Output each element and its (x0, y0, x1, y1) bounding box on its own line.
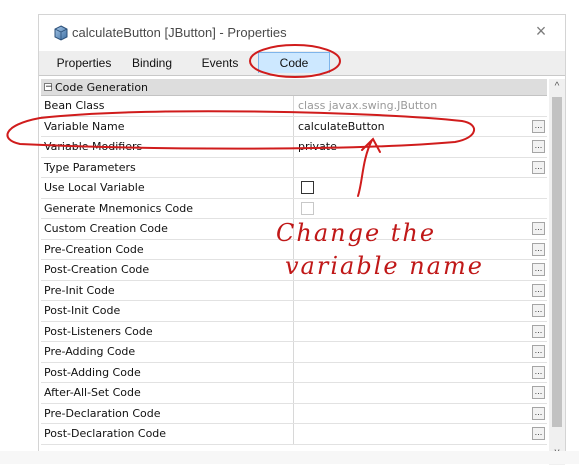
tab-bar: Properties Binding Events Code (39, 51, 565, 76)
property-row[interactable]: Type Parameters ... (41, 157, 547, 178)
property-name: Variable Modifiers (41, 137, 294, 157)
property-name: Post-Creation Code (41, 260, 294, 280)
scroll-thumb[interactable] (552, 97, 562, 427)
property-value: private (298, 140, 337, 153)
title-bar: calculateButton [JButton] - Properties × (39, 15, 565, 51)
property-name: Pre-Init Code (41, 280, 294, 300)
property-name: Post-Listeners Code (41, 321, 294, 341)
ellipsis-button[interactable]: ... (532, 406, 545, 420)
property-name: After-All-Set Code (41, 383, 294, 403)
property-name: Post-Adding Code (41, 362, 294, 382)
property-name: Pre-Declaration Code (41, 403, 294, 423)
variable-modifiers-field[interactable]: private ... (294, 137, 547, 157)
property-row[interactable]: Post-Listeners Code ... (41, 321, 547, 342)
property-value-cell[interactable]: ... (294, 383, 547, 403)
variable-name-field[interactable]: calculateButton ... (294, 117, 547, 137)
annotation-line-2: variable name (285, 252, 484, 280)
ellipsis-button[interactable]: ... (532, 263, 545, 276)
ellipsis-button[interactable]: ... (532, 283, 545, 297)
vertical-scrollbar[interactable]: ^ v (549, 79, 565, 465)
property-name: Post-Declaration Code (41, 424, 294, 444)
property-row[interactable]: After-All-Set Code ... (41, 383, 547, 404)
property-name: Use Local Variable (41, 178, 294, 198)
property-row[interactable]: Post-Adding Code ... (41, 362, 547, 383)
tab-properties[interactable]: Properties (45, 54, 123, 72)
tab-code[interactable]: Code (258, 52, 330, 73)
property-value-cell (294, 178, 547, 198)
tab-events[interactable]: Events (193, 54, 247, 72)
property-row[interactable]: Use Local Variable (41, 178, 547, 199)
property-value-cell[interactable]: ... (294, 301, 547, 321)
property-value-cell[interactable]: ... (294, 363, 547, 383)
property-value-cell[interactable]: ... (294, 342, 547, 362)
property-name: Generate Mnemonics Code (41, 198, 294, 218)
ellipsis-button[interactable]: ... (532, 365, 545, 379)
close-icon[interactable]: × (531, 21, 551, 41)
collapse-icon[interactable]: − (44, 83, 53, 92)
property-name: Bean Class (41, 96, 294, 116)
property-name: Pre-Creation Code (41, 239, 294, 259)
ellipsis-button[interactable]: ... (532, 160, 545, 174)
category-label: Code Generation (55, 80, 149, 94)
property-row[interactable]: Variable Name calculateButton ... (41, 116, 547, 137)
property-value-cell (294, 199, 547, 219)
property-row[interactable]: Pre-Declaration Code ... (41, 403, 547, 424)
generate-mnemonics-checkbox (301, 201, 314, 215)
property-row[interactable]: Pre-Adding Code ... (41, 342, 547, 363)
property-name: Type Parameters (41, 157, 294, 177)
property-value-cell[interactable]: ... (294, 281, 547, 301)
property-row[interactable]: Variable Modifiers private ... (41, 137, 547, 158)
property-value-cell[interactable]: ... (294, 424, 547, 444)
ellipsis-button[interactable]: ... (532, 345, 545, 358)
property-name: Variable Name (41, 116, 294, 136)
ellipsis-button[interactable]: ... (532, 222, 545, 235)
tab-binding[interactable]: Binding (125, 54, 179, 72)
property-name: Custom Creation Code (41, 219, 294, 239)
ellipsis-button[interactable]: ... (532, 427, 545, 440)
ellipsis-button[interactable]: ... (532, 242, 545, 256)
property-name: Post-Init Code (41, 301, 294, 321)
use-local-variable-checkbox[interactable] (301, 181, 314, 194)
type-parameters-field[interactable]: ... (294, 158, 547, 178)
property-value: calculateButton (298, 119, 385, 133)
ellipsis-button[interactable]: ... (532, 386, 545, 399)
ellipsis-button[interactable]: ... (532, 304, 545, 317)
ellipsis-button[interactable]: ... (532, 324, 545, 338)
category-code-generation[interactable]: − Code Generation (41, 79, 547, 96)
property-row[interactable]: Pre-Init Code ... (41, 280, 547, 301)
property-value-cell[interactable]: ... (294, 322, 547, 342)
property-row[interactable]: Post-Init Code ... (41, 301, 547, 322)
property-row[interactable]: Post-Declaration Code ... (41, 424, 547, 445)
property-value-cell[interactable]: ... (294, 404, 547, 424)
ellipsis-button[interactable]: ... (532, 119, 545, 133)
annotation-line-1: Change the (276, 219, 437, 247)
property-row[interactable]: Generate Mnemonics Code (41, 198, 547, 219)
ellipsis-button[interactable]: ... (532, 140, 545, 153)
window-title: calculateButton [JButton] - Properties (72, 25, 287, 40)
bean-icon (54, 25, 68, 41)
property-value: class javax.swing.JButton (298, 99, 438, 112)
property-row[interactable]: Bean Class class javax.swing.JButton (41, 96, 547, 117)
scroll-up-icon[interactable]: ^ (549, 79, 565, 95)
bottom-strip (0, 451, 579, 464)
property-name: Pre-Adding Code (41, 342, 294, 362)
